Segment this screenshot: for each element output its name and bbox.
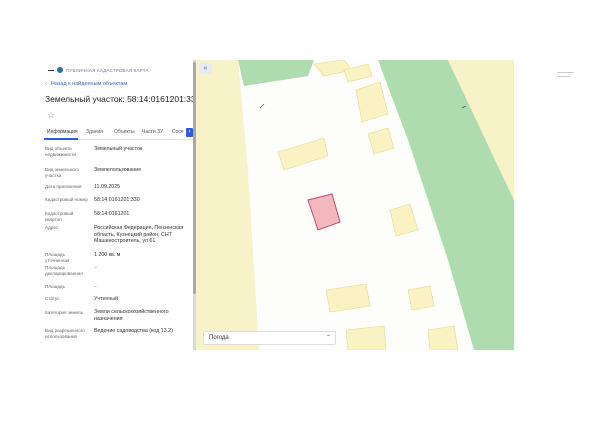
collapse-panel-button[interactable]: « xyxy=(199,63,212,74)
building xyxy=(355,81,389,123)
detail-label: Вид разрешенного использования xyxy=(45,328,85,339)
building xyxy=(367,127,395,155)
detail-value: Российская Федерация, Пензенская область… xyxy=(94,225,184,244)
menu-icon[interactable] xyxy=(48,69,54,71)
building xyxy=(407,285,435,311)
detail-value: Учтенный xyxy=(94,296,119,302)
layer-select-value: Погода xyxy=(209,335,229,341)
detail-value: 11.09.2025 xyxy=(94,184,121,190)
tab-buildings[interactable]: Здания xyxy=(86,129,103,135)
building xyxy=(325,283,371,313)
map-canvas[interactable] xyxy=(196,60,514,350)
chevron-left-icon: ‹ xyxy=(45,81,47,87)
layer-select[interactable]: Погода ⌃ xyxy=(203,331,336,345)
selected-parcel xyxy=(307,193,341,231)
tab-information[interactable]: Информация xyxy=(47,129,78,135)
back-link[interactable]: ‹ Назад к найденным объектам xyxy=(45,81,127,87)
detail-value: 1 200 кв. м xyxy=(94,252,121,258)
active-tab-indicator xyxy=(44,138,78,140)
detail-label: Категория земель xyxy=(45,310,83,315)
map-control-hint xyxy=(557,72,574,73)
chevron-updown-icon: ⌃ xyxy=(325,335,331,341)
detail-label: Вид объекта недвижимости xyxy=(45,146,76,157)
detail-value: Земельный участок xyxy=(94,146,143,152)
zone-yellow-left xyxy=(196,60,259,350)
detail-label: Дата присвоения xyxy=(45,184,82,189)
map-control-hint xyxy=(557,76,570,77)
detail-label: Площадь уточненная xyxy=(45,252,70,263)
detail-label: Кадастровый квартал xyxy=(45,211,74,222)
tab-parts[interactable]: Части ЗУ xyxy=(142,129,163,135)
brand-text: ПУБЛИЧНАЯ КАДАСТРОВАЯ КАРТА xyxy=(66,67,149,73)
detail-label: Кадастровый номер xyxy=(45,197,88,202)
building xyxy=(427,325,459,350)
page-title: Земельный участок: 58:14:0161201:330 xyxy=(45,94,201,104)
favorite-star-icon[interactable]: ☆ xyxy=(47,111,55,120)
detail-value: Земли сельскохозяйственного назначения xyxy=(94,309,169,322)
building xyxy=(389,203,419,237)
detail-label: Адрес xyxy=(45,225,59,230)
back-link-label: Назад к найденным объектам xyxy=(50,81,128,87)
detail-value: – xyxy=(94,265,97,271)
tab-objects[interactable]: Объекты xyxy=(114,129,135,135)
map-layer xyxy=(196,60,514,350)
building xyxy=(345,325,387,350)
detail-value: Землепользование xyxy=(94,167,142,173)
detail-label: Статус xyxy=(45,296,60,301)
logo-icon xyxy=(57,67,63,73)
zone-green-top xyxy=(238,60,314,86)
map-marker xyxy=(259,103,265,109)
tab-neighbors[interactable]: Сосе xyxy=(172,129,184,135)
detail-value: – xyxy=(94,284,97,290)
detail-value: 58:14:0161201:330 xyxy=(94,197,140,203)
detail-label: Площадь декларированная xyxy=(45,265,83,276)
detail-label: Вид земельного участка xyxy=(45,167,80,178)
building xyxy=(277,137,329,171)
tabs-scroll-right-icon[interactable]: › xyxy=(186,128,193,137)
detail-value: 58:14:0161201 xyxy=(94,211,130,217)
detail-value: Ведение садоводства (код 13.2) xyxy=(94,328,173,334)
detail-label: Площадь xyxy=(45,284,65,289)
brand: ПУБЛИЧНАЯ КАДАСТРОВАЯ КАРТА xyxy=(48,66,149,74)
